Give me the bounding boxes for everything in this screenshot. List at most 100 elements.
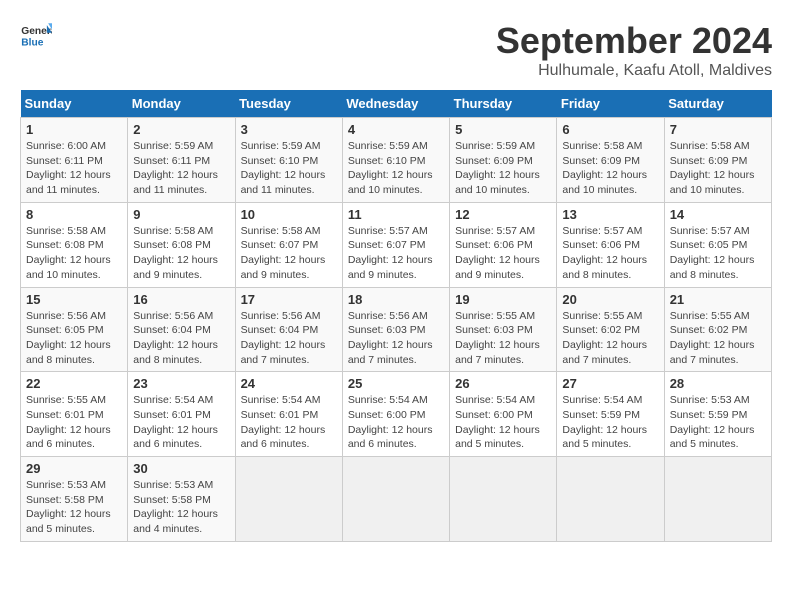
calendar-cell: 28 Sunrise: 5:53 AM Sunset: 5:59 PM Dayli… xyxy=(664,372,771,457)
day-info: Sunrise: 5:58 AM Sunset: 6:08 PM Dayligh… xyxy=(133,224,229,283)
calendar-cell: 27 Sunrise: 5:54 AM Sunset: 5:59 PM Dayli… xyxy=(557,372,664,457)
day-number: 9 xyxy=(133,207,229,222)
calendar-cell xyxy=(450,457,557,542)
day-number: 29 xyxy=(26,461,122,476)
day-info: Sunrise: 5:58 AM Sunset: 6:09 PM Dayligh… xyxy=(670,139,766,198)
calendar-cell xyxy=(664,457,771,542)
calendar-week-row: 8 Sunrise: 5:58 AM Sunset: 6:08 PM Daylig… xyxy=(21,202,772,287)
day-number: 13 xyxy=(562,207,658,222)
day-header-wednesday: Wednesday xyxy=(342,90,449,118)
calendar-cell: 8 Sunrise: 5:58 AM Sunset: 6:08 PM Daylig… xyxy=(21,202,128,287)
calendar-week-row: 15 Sunrise: 5:56 AM Sunset: 6:05 PM Dayli… xyxy=(21,287,772,372)
day-info: Sunrise: 5:56 AM Sunset: 6:05 PM Dayligh… xyxy=(26,309,122,368)
day-number: 16 xyxy=(133,292,229,307)
day-number: 27 xyxy=(562,376,658,391)
calendar-cell xyxy=(557,457,664,542)
day-number: 17 xyxy=(241,292,337,307)
calendar-cell: 6 Sunrise: 5:58 AM Sunset: 6:09 PM Daylig… xyxy=(557,118,664,203)
day-number: 6 xyxy=(562,122,658,137)
day-info: Sunrise: 5:57 AM Sunset: 6:06 PM Dayligh… xyxy=(562,224,658,283)
calendar-cell: 1 Sunrise: 6:00 AM Sunset: 6:11 PM Daylig… xyxy=(21,118,128,203)
day-number: 20 xyxy=(562,292,658,307)
day-info: Sunrise: 5:55 AM Sunset: 6:01 PM Dayligh… xyxy=(26,393,122,452)
day-number: 30 xyxy=(133,461,229,476)
calendar-cell: 30Sunrise: 5:53 AM Sunset: 5:58 PM Dayli… xyxy=(128,457,235,542)
day-number: 22 xyxy=(26,376,122,391)
day-info: Sunrise: 5:55 AM Sunset: 6:02 PM Dayligh… xyxy=(562,309,658,368)
calendar-cell: 10 Sunrise: 5:58 AM Sunset: 6:07 PM Dayli… xyxy=(235,202,342,287)
day-info: Sunrise: 5:57 AM Sunset: 6:05 PM Dayligh… xyxy=(670,224,766,283)
day-number: 28 xyxy=(670,376,766,391)
day-number: 5 xyxy=(455,122,551,137)
day-number: 15 xyxy=(26,292,122,307)
day-info: Sunrise: 5:59 AM Sunset: 6:11 PM Dayligh… xyxy=(133,139,229,198)
day-info: Sunrise: 5:53 AM Sunset: 5:58 PM Dayligh… xyxy=(26,478,122,537)
day-info: Sunrise: 5:54 AM Sunset: 6:01 PM Dayligh… xyxy=(133,393,229,452)
day-info: Sunrise: 5:54 AM Sunset: 6:00 PM Dayligh… xyxy=(455,393,551,452)
calendar-cell: 24 Sunrise: 5:54 AM Sunset: 6:01 PM Dayli… xyxy=(235,372,342,457)
calendar-week-row: 29 Sunrise: 5:53 AM Sunset: 5:58 PM Dayli… xyxy=(21,457,772,542)
day-info: Sunrise: 5:56 AM Sunset: 6:04 PM Dayligh… xyxy=(241,309,337,368)
calendar-cell: 26 Sunrise: 5:54 AM Sunset: 6:00 PM Dayli… xyxy=(450,372,557,457)
calendar-body: 1 Sunrise: 6:00 AM Sunset: 6:11 PM Daylig… xyxy=(21,118,772,542)
calendar-week-row: 1 Sunrise: 6:00 AM Sunset: 6:11 PM Daylig… xyxy=(21,118,772,203)
calendar-table: SundayMondayTuesdayWednesdayThursdayFrid… xyxy=(20,90,772,542)
day-header-sunday: Sunday xyxy=(21,90,128,118)
calendar-cell: 19 Sunrise: 5:55 AM Sunset: 6:03 PM Dayli… xyxy=(450,287,557,372)
day-number: 8 xyxy=(26,207,122,222)
day-number: 25 xyxy=(348,376,444,391)
calendar-week-row: 22 Sunrise: 5:55 AM Sunset: 6:01 PM Dayli… xyxy=(21,372,772,457)
calendar-header-row: SundayMondayTuesdayWednesdayThursdayFrid… xyxy=(21,90,772,118)
calendar-cell: 17 Sunrise: 5:56 AM Sunset: 6:04 PM Dayli… xyxy=(235,287,342,372)
calendar-cell: 29 Sunrise: 5:53 AM Sunset: 5:58 PM Dayli… xyxy=(21,457,128,542)
day-info: Sunrise: 5:53 AM Sunset: 5:59 PM Dayligh… xyxy=(670,393,766,452)
day-info: Sunrise: 5:57 AM Sunset: 6:06 PM Dayligh… xyxy=(455,224,551,283)
day-info: Sunrise: 5:57 AM Sunset: 6:07 PM Dayligh… xyxy=(348,224,444,283)
calendar-cell: 14 Sunrise: 5:57 AM Sunset: 6:05 PM Dayli… xyxy=(664,202,771,287)
calendar-cell: 9 Sunrise: 5:58 AM Sunset: 6:08 PM Daylig… xyxy=(128,202,235,287)
day-info: Sunrise: 5:59 AM Sunset: 6:10 PM Dayligh… xyxy=(241,139,337,198)
day-header-saturday: Saturday xyxy=(664,90,771,118)
main-title: September 2024 xyxy=(496,20,772,62)
day-number: 26 xyxy=(455,376,551,391)
day-number: 4 xyxy=(348,122,444,137)
day-number: 1 xyxy=(26,122,122,137)
day-number: 23 xyxy=(133,376,229,391)
calendar-cell: 21 Sunrise: 5:55 AM Sunset: 6:02 PM Dayli… xyxy=(664,287,771,372)
day-number: 21 xyxy=(670,292,766,307)
day-info: Sunrise: 5:55 AM Sunset: 6:03 PM Dayligh… xyxy=(455,309,551,368)
day-info: Sunrise: 6:00 AM Sunset: 6:11 PM Dayligh… xyxy=(26,139,122,198)
day-number: 12 xyxy=(455,207,551,222)
calendar-cell: 13 Sunrise: 5:57 AM Sunset: 6:06 PM Dayli… xyxy=(557,202,664,287)
day-info: Sunrise: 5:58 AM Sunset: 6:08 PM Dayligh… xyxy=(26,224,122,283)
calendar-cell: 18Sunrise: 5:56 AM Sunset: 6:03 PM Dayli… xyxy=(342,287,449,372)
title-section: September 2024 Hulhumale, Kaafu Atoll, M… xyxy=(496,20,772,80)
calendar-cell xyxy=(235,457,342,542)
day-number: 24 xyxy=(241,376,337,391)
day-number: 10 xyxy=(241,207,337,222)
day-info: Sunrise: 5:59 AM Sunset: 6:09 PM Dayligh… xyxy=(455,139,551,198)
day-info: Sunrise: 5:56 AM Sunset: 6:03 PM Dayligh… xyxy=(348,309,444,368)
subtitle: Hulhumale, Kaafu Atoll, Maldives xyxy=(496,62,772,80)
calendar-cell: 5 Sunrise: 5:59 AM Sunset: 6:09 PM Daylig… xyxy=(450,118,557,203)
logo: General Blue xyxy=(20,20,52,52)
day-info: Sunrise: 5:58 AM Sunset: 6:07 PM Dayligh… xyxy=(241,224,337,283)
calendar-cell: 2Sunrise: 5:59 AM Sunset: 6:11 PM Daylig… xyxy=(128,118,235,203)
day-info: Sunrise: 5:58 AM Sunset: 6:09 PM Dayligh… xyxy=(562,139,658,198)
day-number: 14 xyxy=(670,207,766,222)
day-info: Sunrise: 5:54 AM Sunset: 6:01 PM Dayligh… xyxy=(241,393,337,452)
day-info: Sunrise: 5:55 AM Sunset: 6:02 PM Dayligh… xyxy=(670,309,766,368)
calendar-cell: 4Sunrise: 5:59 AM Sunset: 6:10 PM Daylig… xyxy=(342,118,449,203)
header: General Blue September 2024 Hulhumale, K… xyxy=(20,20,772,80)
calendar-cell: 22 Sunrise: 5:55 AM Sunset: 6:01 PM Dayli… xyxy=(21,372,128,457)
calendar-cell: 11Sunrise: 5:57 AM Sunset: 6:07 PM Dayli… xyxy=(342,202,449,287)
logo-icon: General Blue xyxy=(20,20,52,52)
day-header-thursday: Thursday xyxy=(450,90,557,118)
calendar-cell: 25 Sunrise: 5:54 AM Sunset: 6:00 PM Dayli… xyxy=(342,372,449,457)
calendar-cell: 20 Sunrise: 5:55 AM Sunset: 6:02 PM Dayli… xyxy=(557,287,664,372)
day-number: 7 xyxy=(670,122,766,137)
calendar-cell: 23 Sunrise: 5:54 AM Sunset: 6:01 PM Dayli… xyxy=(128,372,235,457)
day-info: Sunrise: 5:54 AM Sunset: 5:59 PM Dayligh… xyxy=(562,393,658,452)
day-info: Sunrise: 5:54 AM Sunset: 6:00 PM Dayligh… xyxy=(348,393,444,452)
day-number: 19 xyxy=(455,292,551,307)
